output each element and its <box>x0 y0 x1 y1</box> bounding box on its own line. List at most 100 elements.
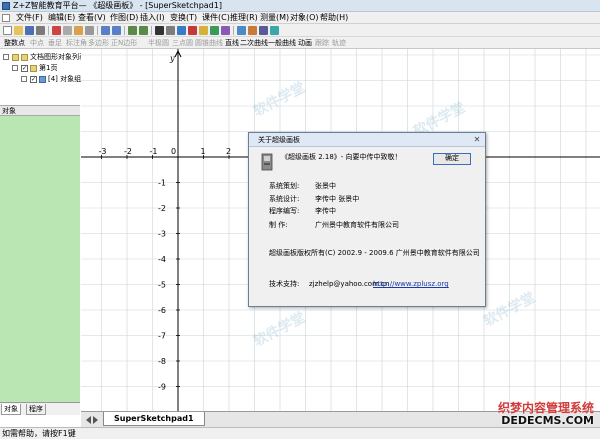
zoom-out-icon[interactable] <box>139 26 148 35</box>
select-arrow-icon[interactable] <box>155 26 164 35</box>
y-tick-label: -1 <box>158 179 166 188</box>
support-label: 技术支持: <box>269 280 300 288</box>
y-tick-label: -4 <box>158 255 166 264</box>
tool-polygon[interactable]: 多边形 <box>88 37 109 49</box>
tool-quadratic-curve[interactable]: 二次曲线 <box>240 37 268 49</box>
y-tick-label: -7 <box>158 332 166 341</box>
row-value: 李传中 <box>315 207 336 215</box>
tool-animation[interactable]: 动画 <box>298 37 312 49</box>
title-bar: Z+Z智能教育平台— 《超级画板》 - [SuperSketchpad1] <box>0 0 600 12</box>
undo-icon[interactable] <box>101 26 110 35</box>
dialog-title-bar: 关于超级画板 ✕ <box>249 133 485 147</box>
tool-locus[interactable]: 轨迹 <box>332 37 346 49</box>
tool-three-point-circle[interactable]: 三点圆 <box>172 37 193 49</box>
new-document-icon[interactable] <box>3 26 12 35</box>
close-icon[interactable]: ✕ <box>472 135 482 145</box>
function-tool-icon[interactable] <box>221 26 230 35</box>
y-tick-label: -8 <box>158 357 166 366</box>
menu-bar: 文件(F) 编辑(E) 查看(V) 作图(D) 插入(I) 变换(T) 课件(C… <box>0 12 600 24</box>
tool-general-curve[interactable]: 一般曲线 <box>268 37 296 49</box>
tool-line[interactable]: 直线 <box>225 37 239 49</box>
object-properties-pane[interactable] <box>0 116 80 402</box>
menu-edit[interactable]: 编辑(E) <box>48 12 75 24</box>
zoom-in-icon[interactable] <box>128 26 137 35</box>
menu-view[interactable]: 查看(V) <box>78 12 106 24</box>
row-value: 李传中 张景中 <box>315 195 360 203</box>
menu-courseware[interactable]: 课件(C) <box>202 12 230 24</box>
menu-measure[interactable]: 测量(M) <box>260 12 289 24</box>
support-website-link[interactable]: http://www.zplusz.org <box>373 280 449 289</box>
tree-page-label: 第1页 <box>39 64 58 72</box>
trace-icon[interactable] <box>270 26 279 35</box>
tool-foot[interactable]: 垂足 <box>48 37 62 49</box>
menu-reasoning[interactable]: 推理(R) <box>230 12 258 24</box>
folder-icon <box>21 54 28 61</box>
collapse-icon[interactable] <box>21 76 27 82</box>
tool-trace[interactable]: 跟踪 <box>315 37 329 49</box>
tool-regular-polygon[interactable]: 正N边形 <box>111 37 137 49</box>
save-icon[interactable] <box>25 26 34 35</box>
y-tick-label: -2 <box>158 204 166 213</box>
tool-integer-point[interactable]: 整数点 <box>4 37 25 49</box>
tool-half-circle[interactable]: 半极圆 <box>148 37 169 49</box>
window-title: Z+Z智能教育平台— 《超级画板》 - [SuperSketchpad1] <box>13 1 222 10</box>
pen-tool-icon[interactable] <box>199 26 208 35</box>
tool-conic[interactable]: 圆锥曲线 <box>195 37 223 49</box>
page-icon <box>30 65 37 72</box>
y-tick-label: -6 <box>158 306 166 315</box>
row-label: 系统策划: <box>269 182 300 190</box>
y-tick-label: -3 <box>158 230 166 239</box>
paste-icon[interactable] <box>74 26 83 35</box>
tool-angle-mark[interactable]: 标注角 <box>66 37 87 49</box>
tab-program[interactable]: 程序 <box>26 404 46 415</box>
text-tool-icon[interactable] <box>210 26 219 35</box>
circle-tool-icon[interactable] <box>188 26 197 35</box>
collapse-icon[interactable] <box>12 65 18 71</box>
open-folder-icon[interactable] <box>14 26 23 35</box>
menu-file[interactable]: 文件(F) <box>16 12 43 24</box>
collapse-icon[interactable] <box>3 54 9 60</box>
tab-objects[interactable]: 对象 <box>1 404 21 415</box>
x-tick-label: -2 <box>124 147 132 156</box>
tab-scroll-left-icon[interactable] <box>86 416 91 424</box>
animation-icon[interactable] <box>259 26 268 35</box>
tree-root[interactable]: 文档图形对象列表 <box>0 52 86 63</box>
menu-object[interactable]: 对象(O) <box>290 12 319 24</box>
menu-draw[interactable]: 作图(D) <box>110 12 138 24</box>
visibility-checkbox[interactable]: ✓ <box>30 76 37 83</box>
main-toolbar <box>0 24 600 37</box>
x-tick-label: 2 <box>226 147 231 156</box>
object-tree: 文档图形对象列表 ✓ 第1页 ✓ [4] 对象组 <box>0 49 86 111</box>
object-panel: 文档图形对象列表 ✓ 第1页 ✓ [4] 对象组 对象 对象 程序 <box>0 49 86 415</box>
point-tool-icon[interactable] <box>166 26 175 35</box>
tree-page[interactable]: ✓ 第1页 <box>0 63 80 74</box>
ok-button[interactable]: 确定 <box>433 153 471 165</box>
visibility-checkbox[interactable]: ✓ <box>21 65 28 72</box>
menu-transform[interactable]: 变换(T) <box>170 12 197 24</box>
row-label: 系统设计: <box>269 195 300 203</box>
status-bar: 如需帮助，请按F1键 <box>0 427 600 439</box>
drawing-toolbar: 整数点 中点 垂足 标注角 多边形 正N边形 半极圆 三点圆 圆锥曲线 直线 二… <box>0 37 600 49</box>
cut-icon[interactable] <box>52 26 61 35</box>
tree-object-group[interactable]: ✓ [4] 对象组 <box>0 74 81 85</box>
dialog-heading: 《超级画板 2.18》- 向要中传中致敬！ <box>281 153 402 161</box>
dialog-title: 关于超级画板 <box>258 136 300 144</box>
y-tick-label: -5 <box>158 281 166 290</box>
row-value: 广州景中教育软件有限公司 <box>315 221 399 229</box>
x-tick-label: -3 <box>99 147 107 156</box>
coordinate-icon[interactable] <box>237 26 246 35</box>
x-tick-label: 1 <box>201 147 206 156</box>
menu-help[interactable]: 帮助(H) <box>320 12 348 24</box>
tool-midpoint[interactable]: 中点 <box>30 37 44 49</box>
print-icon[interactable] <box>36 26 45 35</box>
row-label: 程序编写: <box>269 207 300 215</box>
copy-icon[interactable] <box>63 26 72 35</box>
document-tab[interactable]: SuperSketchpad1 <box>103 412 205 426</box>
redo-icon[interactable] <box>112 26 121 35</box>
site-watermark-url: DEDECMS.COM <box>501 414 594 427</box>
menu-insert[interactable]: 插入(I) <box>140 12 165 24</box>
segment-tool-icon[interactable] <box>177 26 186 35</box>
delete-icon[interactable] <box>85 26 94 35</box>
tab-scroll-right-icon[interactable] <box>93 416 98 424</box>
measure-icon[interactable] <box>248 26 257 35</box>
